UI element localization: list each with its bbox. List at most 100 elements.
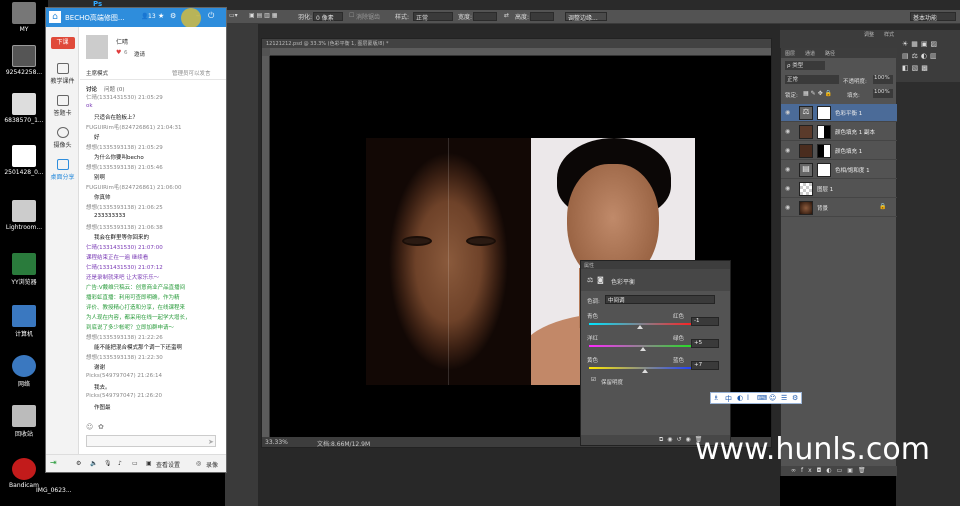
mode-select[interactable]: 主席模式 xyxy=(86,69,108,77)
star-icon[interactable]: ★ xyxy=(158,12,164,20)
yellow-blue-input[interactable]: +7 xyxy=(691,361,719,370)
desktop-icon-my[interactable]: MY xyxy=(2,2,46,33)
record-label[interactable]: 录像 xyxy=(206,460,218,469)
refine-edge-button[interactable]: 调整边缘... xyxy=(565,12,607,22)
view-settings-label[interactable]: 查看设置 xyxy=(156,460,180,469)
desktop-icon-recycle-bin[interactable]: 回收站 xyxy=(2,405,46,438)
adjustment-icons-row2[interactable]: ▤⚖◐▥ xyxy=(902,52,940,60)
marquee-tool-icon[interactable]: ▭▾ xyxy=(229,12,238,19)
adjustment-icons-row1[interactable]: ☀▦▣▨ xyxy=(902,40,940,48)
layer-row-layer1[interactable]: ◉ 图层 1 xyxy=(781,180,897,198)
emoji-icon[interactable]: ☺ xyxy=(86,423,93,431)
ime-keyboard-icon[interactable]: ⌨ xyxy=(757,394,767,402)
ime-punct-icon[interactable]: ⅼ xyxy=(747,394,749,402)
sidebar-item-answer-card[interactable]: 答题卡 xyxy=(46,95,79,117)
exit-icon[interactable]: ⇥ xyxy=(50,458,57,467)
close-icon[interactable]: ⏻ xyxy=(208,11,214,21)
visibility-eye-icon[interactable]: ◉ xyxy=(785,204,790,211)
message-list[interactable]: 仁晴(1331431530) 21:05:29 ok 只适合在脸板上？ FUGUIRi… xyxy=(80,93,226,421)
desktop-icon-lightroom[interactable]: Lightroom... xyxy=(2,200,46,231)
desktop-icon-bandicam[interactable]: Bandicam xyxy=(2,458,46,489)
layer-mask-thumbnail[interactable] xyxy=(817,125,831,139)
ime-fullwidth-icon[interactable]: ◐ xyxy=(737,394,743,402)
antialias-checkbox[interactable]: ☐ xyxy=(349,12,354,19)
tab-layers[interactable]: 图层 xyxy=(785,50,795,57)
ime-logo-icon[interactable]: ♗ xyxy=(713,394,719,402)
style-select[interactable]: 正常 xyxy=(413,12,453,22)
blend-mode-select[interactable]: 正常 xyxy=(785,75,839,84)
visibility-eye-icon[interactable]: ◉ xyxy=(785,185,790,192)
selection-mode-icons[interactable]: ▣ ▤ ▥ ▦ xyxy=(249,12,277,19)
visibility-eye-icon[interactable]: ◉ xyxy=(785,109,790,116)
home-icon[interactable]: ⌂ xyxy=(49,11,61,23)
desktop-icon-image2[interactable]: 6838570_1... xyxy=(2,93,46,124)
screen-view-icon[interactable]: ▣ xyxy=(146,460,152,467)
desktop-file-label[interactable]: IMG_0623... xyxy=(36,487,72,494)
workspace-select[interactable]: 基本功能 xyxy=(910,12,956,22)
heart-icon[interactable]: ♥ xyxy=(116,49,121,56)
tab-channels[interactable]: 通道 xyxy=(805,50,815,57)
tab-questions[interactable]: 问题 (0) xyxy=(104,85,125,93)
visibility-eye-icon[interactable]: ◉ xyxy=(785,128,790,135)
height-input[interactable] xyxy=(530,12,554,21)
layer-mask-thumbnail[interactable] xyxy=(817,163,831,177)
screen-icon[interactable]: ▭ xyxy=(132,460,138,467)
layer-row-background[interactable]: ◉ 背景 🔒 xyxy=(781,199,897,217)
settings-icon[interactable]: ⚙ xyxy=(170,12,176,20)
avatar[interactable] xyxy=(86,35,108,59)
tone-select[interactable]: 中间调 xyxy=(605,295,715,304)
properties-header[interactable]: 属性 xyxy=(581,261,730,269)
width-input[interactable] xyxy=(473,12,497,21)
ime-settings-icon[interactable]: ⚙ xyxy=(792,394,798,402)
magenta-green-input[interactable]: +5 xyxy=(691,339,719,348)
sidebar-item-screen-share[interactable]: 桌面分享 xyxy=(46,159,79,181)
send-icon[interactable]: ➤ xyxy=(208,438,214,446)
yellow-blue-slider[interactable] xyxy=(589,367,693,369)
slider-thumb[interactable] xyxy=(637,325,643,329)
layer-kind-filter[interactable]: ρ 类型 xyxy=(785,61,825,70)
document-tab[interactable]: 12121212.psd @ 33.3% (色彩平衡 1, 图层蒙版/8) * xyxy=(262,39,771,48)
layer-mask-thumbnail[interactable] xyxy=(817,144,831,158)
tab-discuss[interactable]: 讨论 xyxy=(86,85,97,93)
cyan-red-input[interactable]: -1 xyxy=(691,317,719,326)
visibility-eye-icon[interactable]: ◉ xyxy=(785,166,790,173)
layer-row-fill-copy[interactable]: ◉ 颜色填充 1 副本 xyxy=(781,123,897,141)
desktop-icon-image3[interactable]: 2501428_0... xyxy=(2,145,46,176)
layer-row-fill[interactable]: ◉ 颜色填充 1 xyxy=(781,142,897,160)
flower-icon[interactable]: ✿ xyxy=(98,423,104,431)
gear-icon[interactable]: ⚙ xyxy=(76,460,81,467)
sidebar-item-camera[interactable]: 摄像头 xyxy=(46,127,79,149)
tab-paths[interactable]: 路径 xyxy=(825,50,835,57)
ime-mode[interactable]: 中 xyxy=(725,394,732,404)
swap-icon[interactable]: ⇄ xyxy=(504,12,509,19)
layers-footer-icons[interactable]: ∞fx◘◐▭▣🗑 xyxy=(791,467,871,474)
opacity-input[interactable]: 100% xyxy=(873,75,893,84)
feather-input[interactable]: 0 像素 xyxy=(313,12,343,22)
invite-link[interactable]: 邀请 xyxy=(134,50,145,58)
fill-input[interactable]: 100% xyxy=(873,89,893,98)
slider-thumb[interactable] xyxy=(640,347,646,351)
tab-styles[interactable]: 样式 xyxy=(884,31,894,38)
speaker-icon[interactable]: 🔈 xyxy=(90,460,97,467)
zoom-level[interactable]: 33.33% xyxy=(265,439,288,446)
lock-icons[interactable]: ▦✎✥🔒 xyxy=(803,90,834,97)
record-icon[interactable]: ◎ xyxy=(196,460,201,467)
mic-icon[interactable]: 🎙 xyxy=(104,460,112,467)
ime-emoji-icon[interactable]: ☺ xyxy=(769,394,776,402)
slider-thumb[interactable] xyxy=(642,369,648,373)
mask-icon[interactable]: ◙ xyxy=(597,276,604,284)
layer-mask-thumbnail[interactable] xyxy=(817,106,831,120)
preserve-luminosity-checkbox[interactable]: ☑ xyxy=(591,377,596,383)
end-class-button[interactable]: 下课 xyxy=(50,37,75,49)
desktop-icon-image1[interactable]: 92542258... xyxy=(2,45,46,76)
sidebar-item-courseware[interactable]: 教学课件 xyxy=(46,63,79,85)
ime-menu-icon[interactable]: ☰ xyxy=(781,394,787,402)
desktop-icon-computer[interactable]: 计算机 xyxy=(2,305,46,338)
desktop-icon-yy-browser[interactable]: YY浏览器 xyxy=(2,253,46,286)
visibility-eye-icon[interactable]: ◉ xyxy=(785,147,790,154)
message-input[interactable] xyxy=(86,435,216,447)
adjustment-icons-row3[interactable]: ◧▧▩ xyxy=(902,64,931,72)
tab-adjustments[interactable]: 调整 xyxy=(864,31,874,38)
layer-row-hue-saturation[interactable]: ◉ ▤ 色相/饱和度 1 xyxy=(781,161,897,179)
mic-alt-icon[interactable]: ♪ xyxy=(118,460,122,467)
